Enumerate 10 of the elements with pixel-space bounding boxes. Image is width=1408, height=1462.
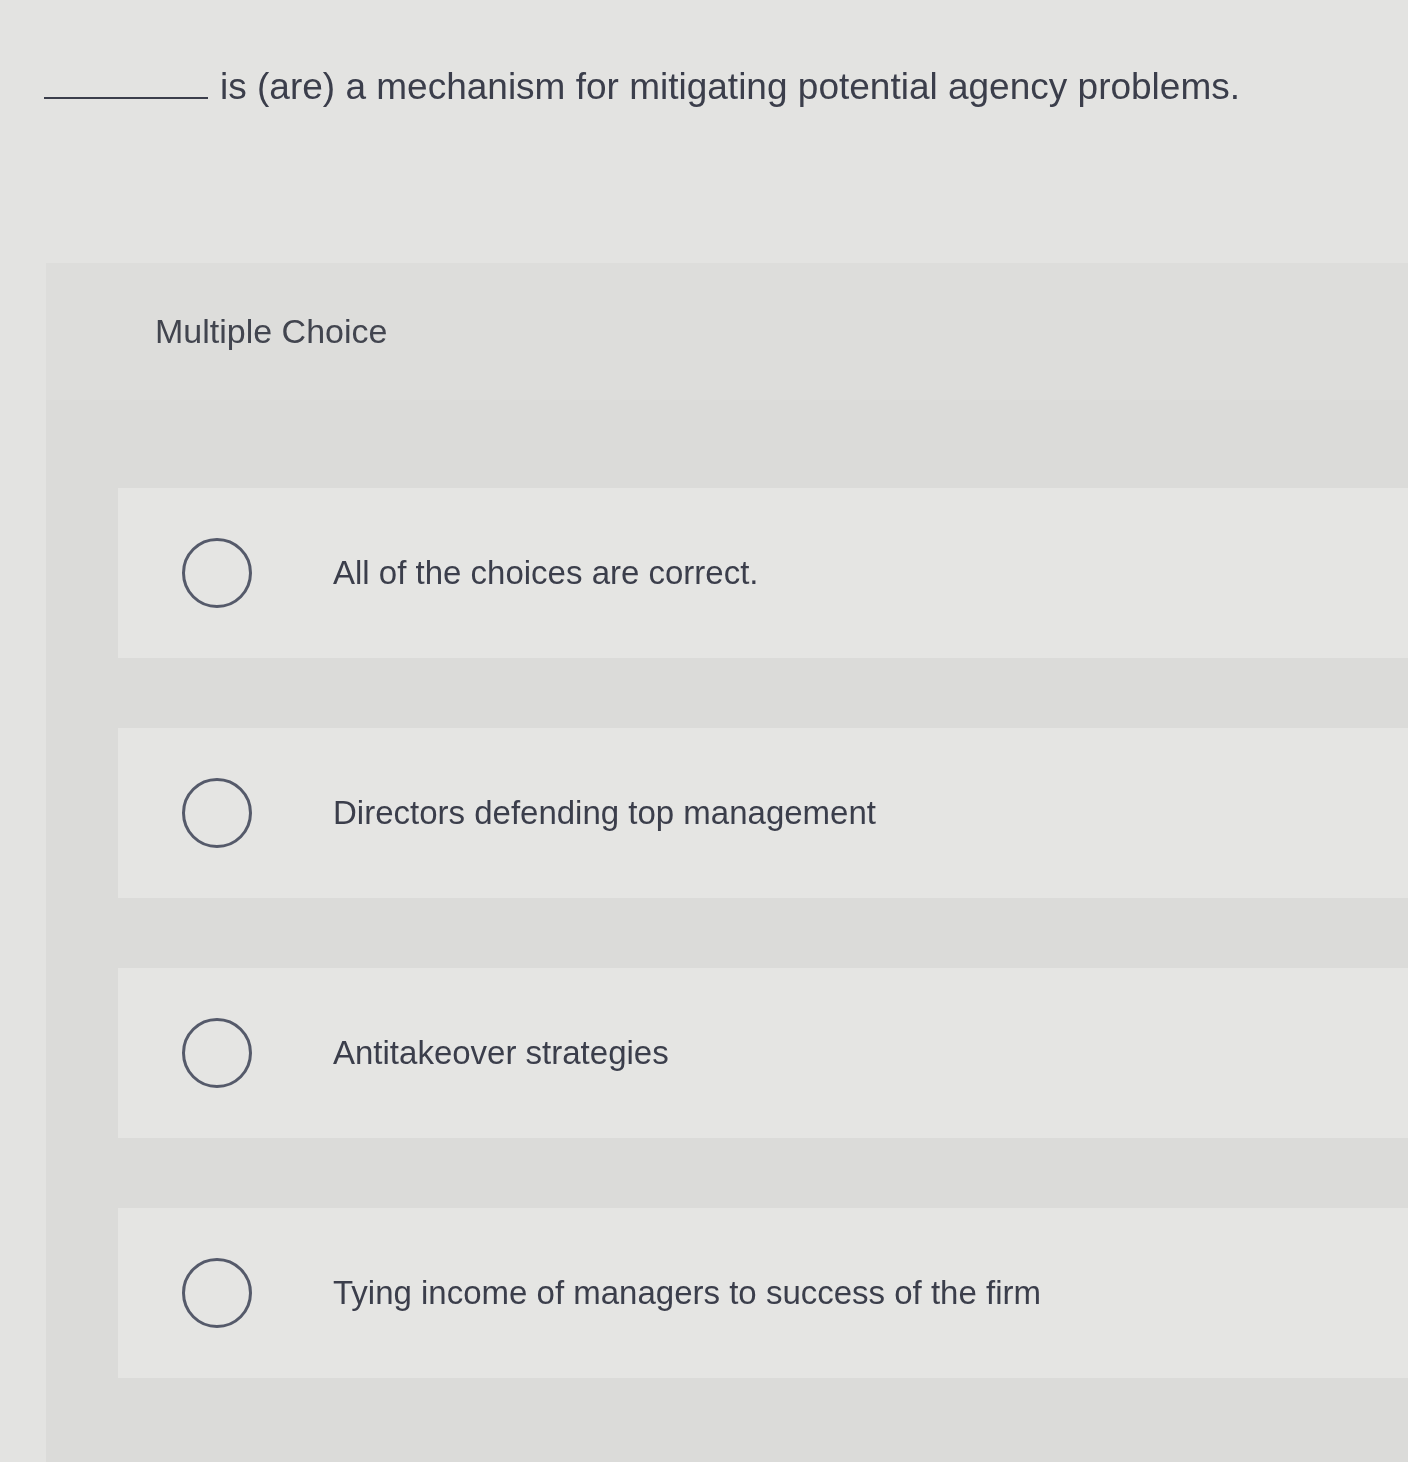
question-text: is (are) a mechanism for mitigating potential agency problems. <box>220 65 1240 109</box>
radio-button[interactable] <box>182 1258 252 1328</box>
radio-button[interactable] <box>182 1018 252 1088</box>
choice-label: All of the choices are correct. <box>333 553 759 593</box>
choice-label: Antitakeover strategies <box>333 1033 669 1073</box>
question-type-label: Multiple Choice <box>155 312 388 350</box>
choice-label: Directors defending top management <box>333 793 876 833</box>
choice-label: Tying income of managers to success of the firm <box>333 1273 1041 1313</box>
radio-button[interactable] <box>182 538 252 608</box>
radio-button[interactable] <box>182 778 252 848</box>
